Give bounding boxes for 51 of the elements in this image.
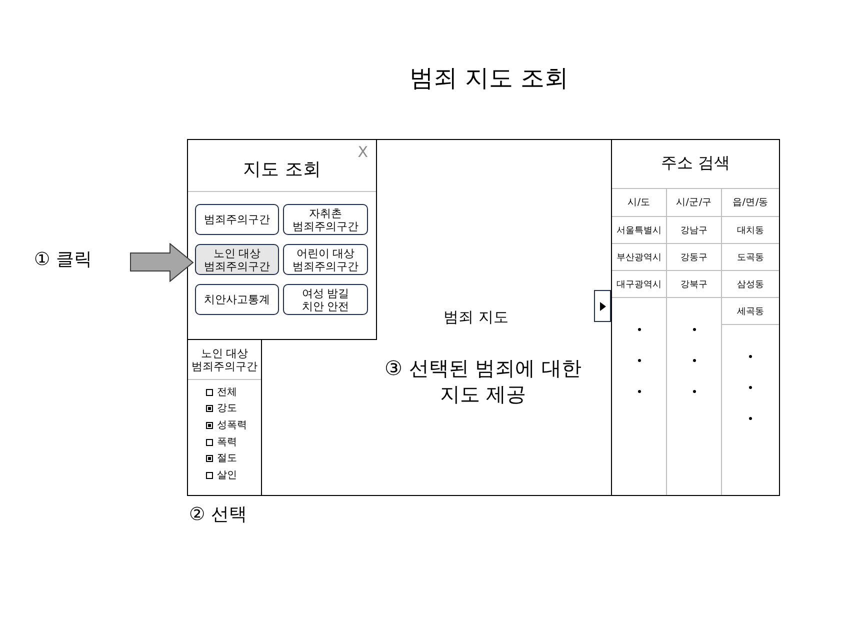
annotation-text: ① 클릭: [34, 249, 92, 271]
checkbox-label: 살인: [217, 468, 237, 482]
category-button[interactable]: 노인 대상 범죄주의구간: [195, 244, 279, 275]
checkbox-label: 절도: [217, 452, 237, 466]
list-item[interactable]: 도곡동: [722, 244, 779, 271]
right-arrow-icon: [130, 243, 194, 282]
more-dot-icon: [638, 359, 640, 362]
more-dot-icon: [692, 328, 696, 331]
column-header: 읍/면/동: [722, 189, 779, 217]
more-dot-icon: [638, 390, 640, 393]
checkbox[interactable]: [206, 388, 213, 396]
list-item[interactable]: 세곡동: [722, 298, 779, 325]
panel-title: 주소 검색: [660, 153, 730, 174]
checkbox-label: 폭력: [217, 436, 237, 449]
category-button[interactable]: 치안사고통계: [195, 284, 279, 315]
more-dot-icon: [692, 359, 696, 362]
category-button[interactable]: 범죄주의구간: [195, 204, 279, 235]
checkbox[interactable]: [206, 405, 213, 412]
right-caret-icon: [600, 302, 606, 310]
list-item[interactable]: 부산광역시: [612, 244, 666, 271]
checkbox-label: 전체: [217, 386, 237, 399]
more-dot-icon: [749, 355, 752, 358]
annotation-text: ③ 선택된 범죄에 대한 지도 제공: [384, 355, 582, 407]
panel-toggle-button[interactable]: [594, 290, 611, 322]
map-label: 범죄 지도: [444, 307, 508, 327]
checkbox-label: 강도: [217, 402, 237, 416]
more-dot-icon: [749, 417, 752, 420]
checkbox[interactable]: [206, 455, 213, 462]
more-dot-icon: [638, 328, 640, 331]
list-item[interactable]: 강북구: [667, 271, 721, 298]
more-dot-icon: [749, 386, 752, 389]
category-button[interactable]: 어린이 대상 범죄주의구간: [283, 244, 368, 275]
checkbox[interactable]: [206, 422, 213, 429]
checkbox[interactable]: [206, 438, 213, 446]
column-header: 시/군/구: [667, 189, 721, 217]
category-button[interactable]: 자취촌 범죄주의구간: [283, 204, 368, 235]
list-item[interactable]: 삼성동: [722, 271, 779, 298]
page-title: 범죄 지도 조회: [409, 63, 569, 93]
column-header: 시/도: [612, 189, 666, 217]
list-item[interactable]: 대치동: [722, 217, 779, 244]
checkbox-label: 성폭력: [217, 418, 247, 432]
list-item[interactable]: 강동구: [667, 244, 721, 271]
category-button[interactable]: 여성 밤길 치안 안전: [283, 284, 368, 315]
list-item[interactable]: 강남구: [667, 217, 721, 244]
checkbox[interactable]: [206, 472, 213, 479]
legend-title: 노인 대상 범죄주의구간: [192, 347, 258, 375]
list-item[interactable]: 서울특별시: [612, 217, 666, 244]
annotation-text: ② 선택: [189, 504, 247, 526]
panel-title: 지도 조회: [243, 158, 321, 182]
more-dot-icon: [692, 390, 696, 393]
list-item[interactable]: 대구광역시: [612, 271, 666, 298]
